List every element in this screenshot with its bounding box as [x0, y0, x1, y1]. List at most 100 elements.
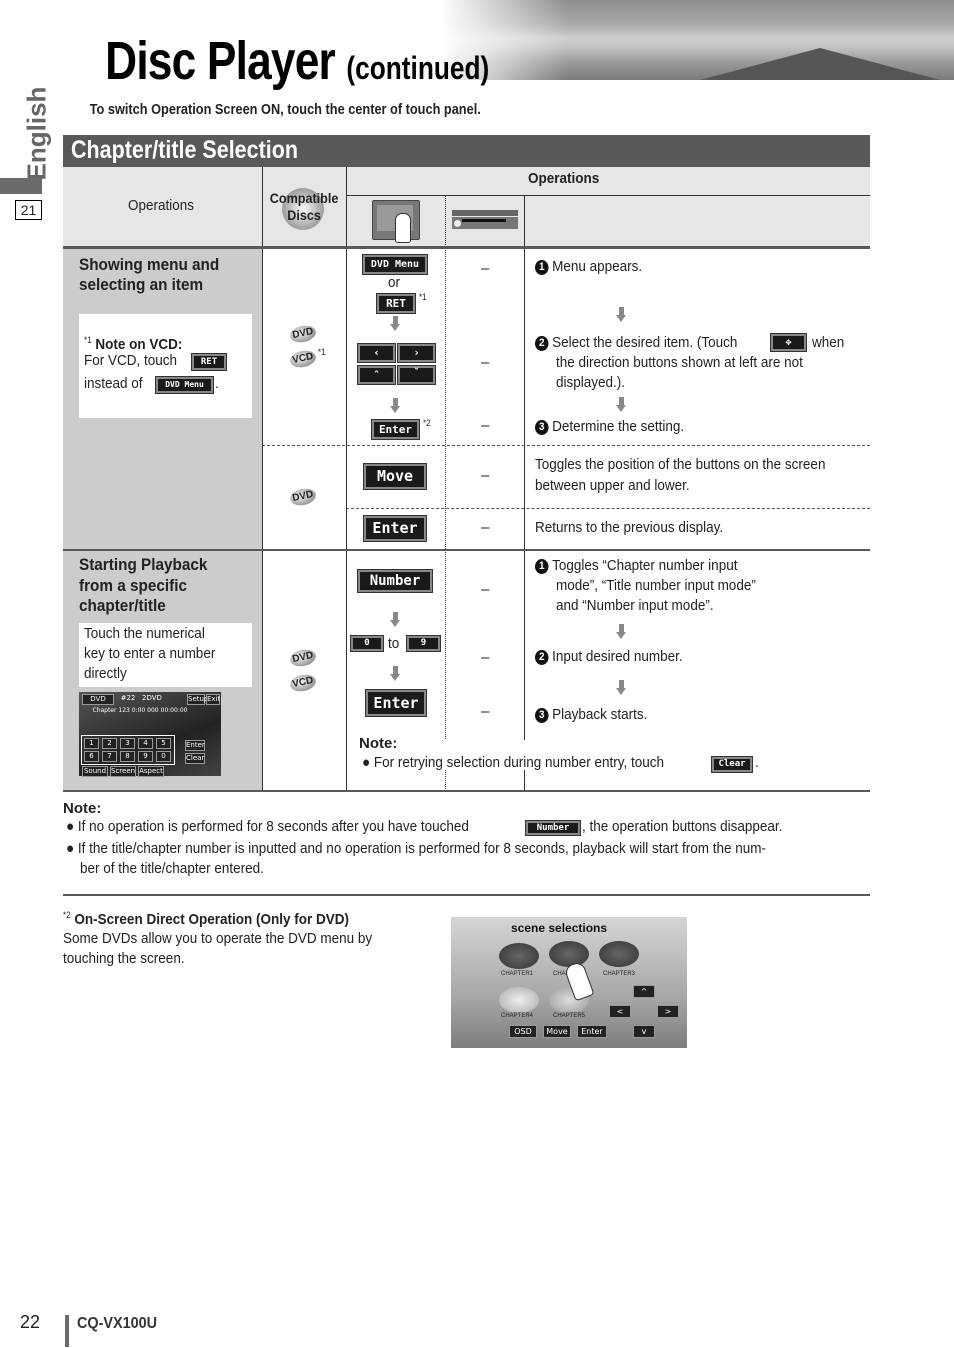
down-arrow-icon — [616, 397, 626, 413]
divider — [262, 167, 263, 791]
enter-button[interactable]: Enter — [371, 419, 420, 440]
page-title: Disc Player (continued) — [105, 30, 489, 92]
thumb-enter: Enter — [185, 740, 205, 751]
or-text: or — [388, 274, 401, 291]
unit-op: – — [481, 417, 490, 434]
scene-title: scene selections — [511, 921, 608, 935]
notes-title: Note: — [63, 800, 102, 817]
ret-button[interactable]: RET — [376, 293, 416, 314]
ret-button-inline: RET — [191, 353, 227, 371]
chapter-thumb — [599, 941, 639, 967]
row1-title-line2: selecting an item — [79, 275, 204, 294]
divider — [262, 445, 870, 446]
step-2: 2 Input desired number. — [535, 647, 683, 667]
language-tab: English — [12, 87, 51, 181]
down-arrow-icon — [616, 624, 626, 640]
enter-button-small: Enter — [577, 1025, 607, 1038]
step-text: Input desired number. — [552, 648, 683, 665]
numerical-note-line: key to enter a number — [84, 645, 216, 662]
thumb-key: 1 — [84, 738, 99, 749]
header-compatible: Compatible Discs — [269, 190, 339, 224]
step-number: 2 — [535, 650, 549, 665]
thumb-key: 2 — [102, 738, 117, 749]
footnote-title: *2 On-Screen Direct Operation (Only for … — [63, 905, 349, 930]
section-page-ref: 21 — [15, 200, 42, 220]
dvd-disc-icon: DVD — [288, 647, 318, 669]
divider — [445, 195, 446, 745]
step-text: Select the desired item. (Touch — [552, 334, 738, 351]
step-text: the direction buttons shown at left are … — [556, 354, 803, 371]
unit-op: – — [481, 519, 490, 536]
chapter-thumb — [549, 941, 589, 967]
note-bullet-1: ● If no operation is performed for 8 sec… — [66, 818, 469, 835]
vcd-disc-icon: VCD — [288, 672, 318, 694]
divider — [346, 195, 870, 196]
step-text: Toggles “Chapter number input — [552, 557, 738, 574]
move-button[interactable]: Move — [363, 463, 427, 490]
title-main: Disc Player — [105, 31, 336, 91]
thumb-key: 7 — [102, 751, 117, 762]
row1-title: Showing menu and selecting an item — [79, 255, 219, 295]
chapter-label: CHAPTER4 — [501, 1013, 534, 1019]
osd-button: OSD — [509, 1025, 537, 1038]
thumb-screen: Screen — [110, 766, 136, 777]
unit-op: – — [481, 467, 490, 484]
row-note-text: ● For retrying selection during number e… — [362, 754, 665, 771]
move-description-line1: Toggles the position of the buttons on t… — [535, 456, 826, 473]
step-number: 3 — [535, 420, 549, 435]
thumb-clear: Clear — [185, 753, 205, 764]
right-arrow-small: > — [657, 1005, 679, 1018]
chapter-label: CHAPTER1 — [501, 971, 534, 977]
enter-button-number[interactable]: Enter — [365, 689, 427, 717]
step-number: 1 — [535, 260, 549, 275]
down-button[interactable]: ˇ — [397, 365, 436, 385]
row-note-title: Note: — [359, 735, 398, 752]
dvd-disc-icon: DVD — [288, 323, 318, 345]
zero-button[interactable]: 0 — [350, 635, 384, 652]
clear-button-inline: Clear — [711, 756, 753, 773]
dvd-menu-button[interactable]: DVD Menu — [362, 254, 428, 275]
nine-button[interactable]: 9 — [406, 635, 441, 652]
up-button[interactable]: ˆ — [357, 365, 396, 385]
page-number: 22 — [20, 1312, 41, 1332]
down-arrow-icon — [390, 316, 400, 332]
numerical-note-line: directly — [84, 665, 127, 682]
right-button[interactable]: › — [397, 343, 436, 363]
direction-icon: ✥ — [770, 333, 807, 352]
step-text: displayed.). — [556, 374, 626, 391]
unit-op: – — [481, 260, 490, 277]
left-button[interactable]: ‹ — [357, 343, 396, 363]
down-arrow-icon — [616, 680, 626, 696]
step-2: 2 Select the desired item. (Touch — [535, 333, 737, 353]
enter-button-return[interactable]: Enter — [363, 515, 427, 542]
note-bullet-2-text-cont: ber of the title/chapter entered. — [80, 860, 264, 877]
thumb-key: 8 — [120, 751, 135, 762]
side-bar — [0, 178, 42, 194]
chapter-label: CHAPTER3 — [603, 971, 636, 977]
road-graphic — [700, 48, 940, 80]
scene-selection-screenshot: scene selections CHAPTER1 CHAPTER2 CHAPT… — [451, 917, 687, 1048]
compatible-line2: Discs — [287, 207, 321, 223]
footnote-marker: *2 — [63, 910, 71, 920]
step-number: 2 — [535, 336, 549, 351]
down-arrow-small: v — [633, 1025, 655, 1038]
thumb-key: 0 — [156, 751, 171, 762]
step-3: 3 Playback starts. — [535, 705, 647, 725]
divider — [63, 790, 870, 792]
thumb-sound: Sound — [82, 766, 108, 777]
numerical-note-line: Touch the numerical — [84, 625, 205, 642]
vcd-note-line1: For VCD, touch — [84, 352, 178, 369]
step-text: Playback starts. — [552, 706, 648, 723]
row1-title-line1: Showing menu and — [79, 255, 220, 274]
title-suffix: (continued) — [346, 50, 490, 86]
footer-bar — [65, 1315, 69, 1347]
thumb-exit: Exit — [206, 694, 221, 705]
number-button[interactable]: Number — [357, 569, 433, 593]
note-bullet-1-end: , the operation buttons disappear. — [582, 818, 783, 835]
up-arrow-small: ^ — [633, 985, 655, 998]
step-text: Menu appears. — [552, 258, 643, 275]
model-name: CQ-VX100U — [77, 1315, 158, 1332]
thumb-setup: Setup — [187, 694, 209, 705]
row3-title-line2: from a specific — [79, 575, 187, 595]
step-text: mode”, “Title number input mode” — [556, 577, 756, 594]
